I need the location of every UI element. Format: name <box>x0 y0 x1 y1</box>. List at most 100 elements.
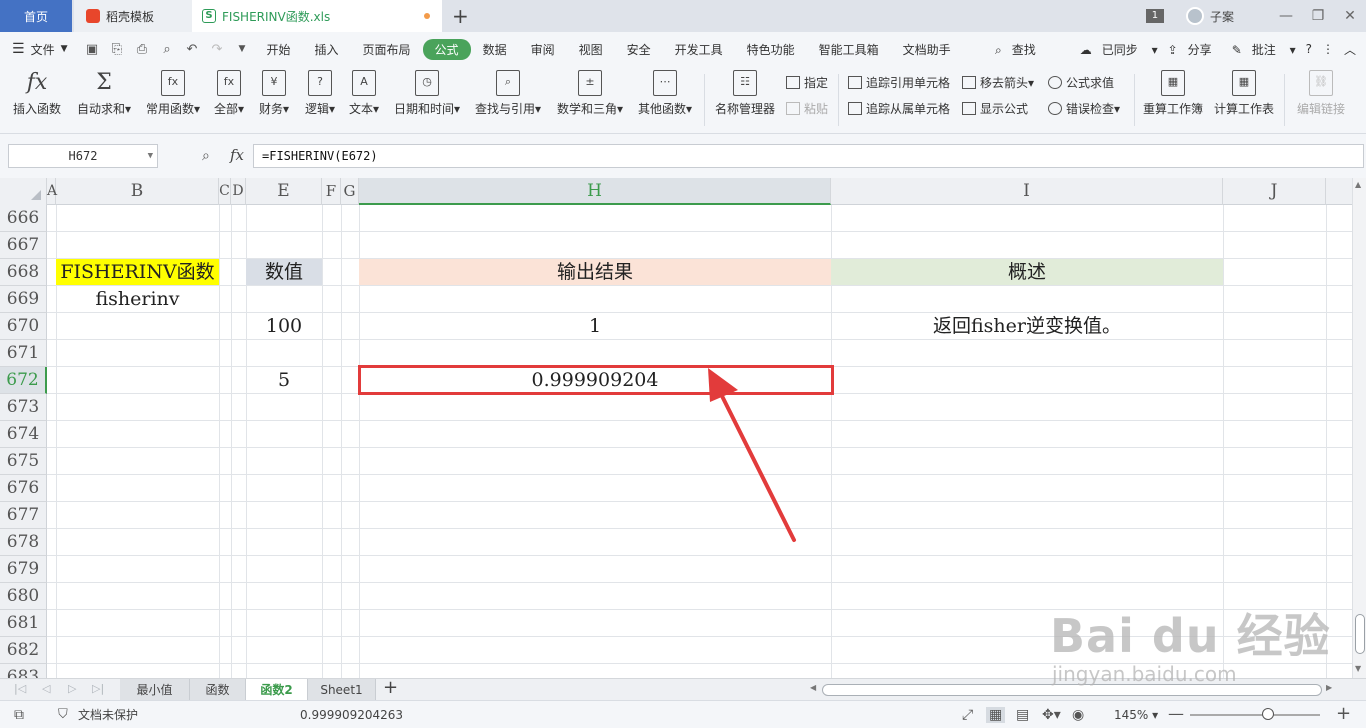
cell-b669[interactable]: fisherinv <box>56 286 219 312</box>
undo-icon[interactable]: ↶ <box>180 42 205 57</box>
row-header-678[interactable]: 678 <box>0 529 47 556</box>
recalc-workbook-button[interactable]: ▦ 重算工作簿 <box>1142 70 1204 117</box>
help-icon[interactable]: ? <box>1306 42 1312 56</box>
column-header-j[interactable]: J <box>1223 178 1326 205</box>
menu-item-data[interactable]: 数据 <box>471 41 519 58</box>
cell-e670[interactable]: 100 <box>246 313 322 339</box>
print-preview-icon[interactable]: ⌕ <box>155 42 180 57</box>
common-functions-button[interactable]: fx 常用函数▾ <box>142 70 204 117</box>
tab-docer[interactable]: 稻壳模板 <box>74 0 192 32</box>
menu-item-insert[interactable]: 插入 <box>303 41 351 58</box>
row-header-671[interactable]: 671 <box>0 340 47 367</box>
collapse-ribbon-icon[interactable]: ︿ <box>1344 41 1356 58</box>
row-header-667[interactable]: 667 <box>0 232 47 259</box>
row-header-672[interactable]: 672 <box>0 367 47 394</box>
show-formulas-button[interactable]: 显示公式 <box>962 100 1028 117</box>
edit-links-button[interactable]: ⛓ 编辑链接 <box>1294 70 1348 117</box>
fx-button[interactable]: fx <box>230 146 244 164</box>
column-header-h[interactable]: H <box>359 178 831 205</box>
column-header-d[interactable]: D <box>231 178 246 205</box>
more-icon[interactable]: ⋮ <box>1322 42 1334 56</box>
row-header-679[interactable]: 679 <box>0 556 47 583</box>
row-header-681[interactable]: 681 <box>0 610 47 637</box>
save-icon[interactable]: ▣ <box>80 42 105 57</box>
lookup-functions-button[interactable]: ⌕ 查找与引用▾ <box>472 70 544 117</box>
menu-item-features[interactable]: 特色功能 <box>735 41 807 58</box>
add-sheet-plus-icon[interactable]: + <box>383 677 398 698</box>
menu-item-security[interactable]: 安全 <box>615 41 663 58</box>
search-button[interactable]: ⌕ 查找 <box>995 41 1046 58</box>
column-header-i[interactable]: I <box>831 178 1223 205</box>
close-icon[interactable]: ✕ <box>1334 8 1366 24</box>
next-sheet-icon[interactable]: ▷ <box>68 682 76 695</box>
cell-h670[interactable]: 1 <box>359 313 831 339</box>
cell-b668[interactable]: FISHERINV函数 <box>56 259 219 285</box>
comment-button[interactable]: ✎ 批注 ▾ <box>1232 41 1296 58</box>
scroll-left-icon[interactable]: ◀ <box>810 683 816 692</box>
page-break-view-icon[interactable]: ▤ <box>1016 707 1029 723</box>
remove-arrows-button[interactable]: 移去箭头 ▾ <box>962 74 1034 91</box>
window-count-badge[interactable]: 1 <box>1145 9 1164 23</box>
fullscreen-icon[interactable]: ⤢ <box>962 707 973 723</box>
column-header-e[interactable]: E <box>246 178 322 205</box>
row-header-682[interactable]: 682 <box>0 637 47 664</box>
insert-function-button[interactable]: fx 插入函数 <box>10 70 64 117</box>
select-all-corner[interactable] <box>0 178 47 205</box>
tab-home[interactable]: 首页 <box>0 0 72 32</box>
error-check-button[interactable]: 错误检查 ▾ <box>1048 100 1120 117</box>
column-header-f[interactable]: F <box>322 178 341 205</box>
math-functions-button[interactable]: ± 数学和三角▾ <box>554 70 626 117</box>
cell-e668[interactable]: 数值 <box>246 259 322 285</box>
share-button[interactable]: ⇪ 分享 <box>1168 41 1222 58</box>
menu-item-review[interactable]: 审阅 <box>519 41 567 58</box>
datetime-functions-button[interactable]: ◷ 日期和时间▾ <box>392 70 462 117</box>
zoom-search-icon[interactable]: ⌕ <box>202 148 210 164</box>
row-header-683[interactable]: 683 <box>0 664 47 678</box>
trace-dependents-button[interactable]: 追踪从属单元格 <box>848 100 950 117</box>
zoom-slider-knob[interactable] <box>1262 708 1274 720</box>
sheet-tab-sheet1[interactable]: Sheet1 <box>308 679 376 701</box>
row-header-669[interactable]: 669 <box>0 286 47 313</box>
trace-precedents-button[interactable]: 追踪引用单元格 <box>848 74 950 91</box>
cell-i668[interactable]: 概述 <box>831 259 1223 285</box>
print-icon[interactable]: ⎙ <box>130 42 155 57</box>
vertical-scroll-thumb[interactable] <box>1355 614 1365 654</box>
define-name-button[interactable]: 指定 <box>786 74 828 91</box>
tab-file[interactable]: S FISHERINV函数.xls <box>192 0 442 32</box>
row-header-668[interactable]: 668 <box>0 259 47 286</box>
new-tab-plus-icon[interactable]: + <box>452 4 469 28</box>
other-functions-button[interactable]: ⋯ 其他函数▾ <box>634 70 696 117</box>
paste-name-button[interactable]: 粘贴 <box>786 100 828 117</box>
export-icon[interactable]: ⎘ <box>105 42 130 57</box>
all-functions-button[interactable]: fx 全部▾ <box>212 70 246 117</box>
finance-functions-button[interactable]: ¥ 财务▾ <box>256 70 292 117</box>
zoom-slider-track[interactable] <box>1190 714 1320 716</box>
autosum-button[interactable]: Σ 自动求和▾ <box>74 70 134 117</box>
cell-i670[interactable]: 返回fisher逆变换值。 <box>831 313 1223 339</box>
reading-view-icon[interactable]: ✥▾ <box>1042 707 1061 723</box>
macro-icon[interactable]: ⧉ <box>14 707 24 723</box>
evaluate-formula-button[interactable]: 公式求值 <box>1048 74 1114 91</box>
prev-sheet-icon[interactable]: ◁ <box>42 682 50 695</box>
zoom-out-icon[interactable]: — <box>1168 704 1184 723</box>
normal-view-icon[interactable]: ▦ <box>986 706 1006 723</box>
first-sheet-icon[interactable]: |◁ <box>14 682 26 695</box>
row-header-670[interactable]: 670 <box>0 313 47 340</box>
minimize-icon[interactable]: — <box>1270 8 1302 24</box>
row-header-675[interactable]: 675 <box>0 448 47 475</box>
scroll-down-icon[interactable]: ▼ <box>1355 664 1361 673</box>
sheet-tab-functions[interactable]: 函数 <box>190 679 246 701</box>
redo-icon[interactable]: ↷ <box>205 42 230 57</box>
user-name[interactable]: 子案 <box>1210 8 1234 25</box>
row-header-676[interactable]: 676 <box>0 475 47 502</box>
quick-access-chevron-icon[interactable]: ▼ <box>230 44 255 54</box>
column-header-c[interactable]: C <box>219 178 231 205</box>
menu-item-page-layout[interactable]: 页面布局 <box>351 41 423 58</box>
zoom-level[interactable]: 145% ▾ <box>1114 708 1158 722</box>
logic-functions-button[interactable]: ? 逻辑▾ <box>302 70 338 117</box>
calc-sheet-button[interactable]: ▦ 计算工作表 <box>1212 70 1276 117</box>
menu-item-developer[interactable]: 开发工具 <box>663 41 735 58</box>
sync-button[interactable]: ☁ 已同步 ▾ <box>1080 41 1158 58</box>
name-box[interactable]: H672 ▼ <box>8 144 158 168</box>
zoom-in-icon[interactable]: + <box>1336 703 1351 724</box>
